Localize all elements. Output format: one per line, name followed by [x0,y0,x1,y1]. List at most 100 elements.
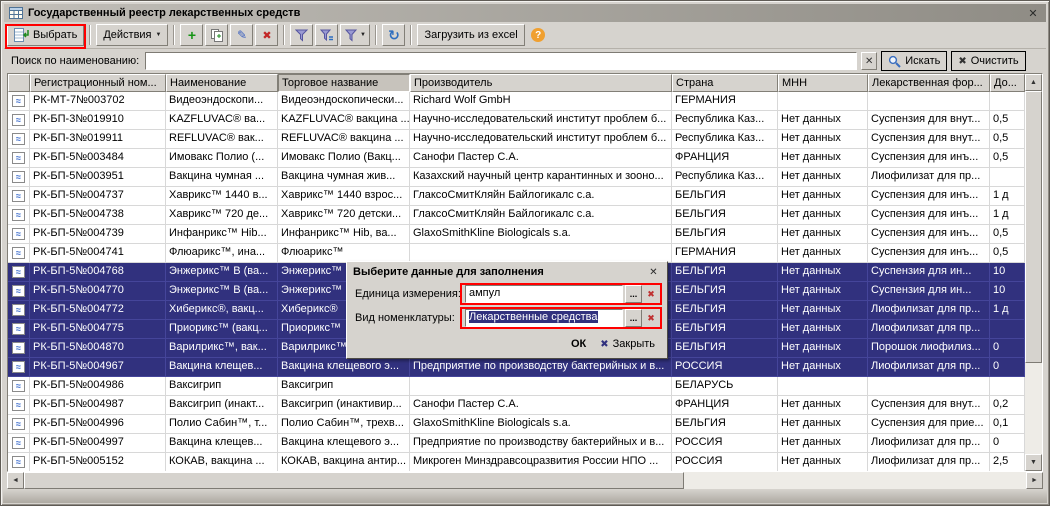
table-row[interactable]: ≈РК-БП-5№004996Полио Сабин™, т...Полио С… [8,415,1025,434]
cell-country[interactable]: ФРАНЦИЯ [672,149,778,168]
table-row[interactable]: ≈РК-БП-5№004997Вакцина клещев...Вакцина … [8,434,1025,453]
cell-mnn[interactable]: Нет данных [778,453,868,471]
cell-name[interactable]: Приорикс™ (вакц... [166,320,278,339]
find-button[interactable]: Искать [881,51,947,71]
cell-country[interactable]: БЕЛАРУСЬ [672,377,778,396]
load-excel-button[interactable]: Загрузить из excel [417,24,524,46]
cell-trade-name[interactable]: REFLUVAC® вакцина ... [278,130,410,149]
scroll-left-button[interactable]: ◄ [7,472,24,489]
cell-mnn[interactable]: Нет данных [778,358,868,377]
cell-country[interactable]: РОССИЯ [672,434,778,453]
cell-country[interactable]: БЕЛЬГИЯ [672,415,778,434]
horizontal-scrollbar[interactable]: ◄ ► [7,472,1043,489]
table-row[interactable]: ≈РК-БП-5№004987Ваксигрип (инакт...Ваксиг… [8,396,1025,415]
cell-name[interactable]: Флюарикс™, ина... [166,244,278,263]
cell-name[interactable]: Полио Сабин™, т... [166,415,278,434]
cell-reg-number[interactable]: РК-БП-3№019910 [30,111,166,130]
cell-name[interactable]: Энжерикс™ В (ва... [166,263,278,282]
unit-clear-button[interactable]: ✖ [644,286,658,302]
cell-manufacturer[interactable] [410,377,672,396]
cell-reg-number[interactable]: РК-БП-5№005152 [30,453,166,471]
cell-name[interactable]: Энжерикс™ В (ва... [166,282,278,301]
cell-name[interactable]: Ваксигрип (инакт... [166,396,278,415]
delete-button[interactable]: ✖ [255,24,278,46]
cell-name[interactable]: Видеоэндоскопи... [166,92,278,111]
vertical-scroll-thumb[interactable] [1025,91,1042,363]
edit-button[interactable]: ✎ [230,24,253,46]
cell-manufacturer[interactable]: Предприятие по производству бактерийных … [410,358,672,377]
table-row[interactable]: ≈РК-БП-3№019911REFLUVAC® вак...REFLUVAC®… [8,130,1025,149]
cell-manufacturer[interactable]: Санофи Пастер С.А. [410,396,672,415]
cell-dosage-form[interactable]: Лиофилизат для пр... [868,301,990,320]
cell-dosage-form[interactable]: Лиофилизат для пр... [868,453,990,471]
table-row[interactable]: ≈РК-БП-5№004739Инфанрикс™ Hib...Инфанрик… [8,225,1025,244]
cell-trade-name[interactable]: Видеоэндоскопически... [278,92,410,111]
cell-dose[interactable] [990,320,1025,339]
cell-dose[interactable]: 1 д [990,301,1025,320]
cell-name[interactable]: Инфанрикс™ Hib... [166,225,278,244]
cell-country[interactable]: БЕЛЬГИЯ [672,263,778,282]
cell-reg-number[interactable]: РК-БП-5№004737 [30,187,166,206]
cell-trade-name[interactable]: Имовакс Полио (Вакц... [278,149,410,168]
scroll-down-button[interactable]: ▼ [1025,454,1042,471]
table-row[interactable]: ≈РК-БП-5№004967Вакцина клещев...Вакцина … [8,358,1025,377]
cell-dosage-form[interactable]: Лиофилизат для пр... [868,434,990,453]
cell-mnn[interactable]: Нет данных [778,225,868,244]
cell-name[interactable]: REFLUVAC® вак... [166,130,278,149]
cell-country[interactable]: БЕЛЬГИЯ [672,206,778,225]
cell-dose[interactable]: 0 [990,358,1025,377]
cell-reg-number[interactable]: РК-БП-5№003951 [30,168,166,187]
column-header-manufacturer[interactable]: Производитель [410,74,672,92]
cell-country[interactable]: БЕЛЬГИЯ [672,282,778,301]
unit-picker-button[interactable]: ... [625,285,642,303]
refresh-button[interactable]: ↻ [382,24,405,46]
actions-button[interactable]: Действия ▼ [96,24,168,46]
cell-manufacturer[interactable]: Научно-исследовательский институт пробле… [410,130,672,149]
cell-dose[interactable]: 0,5 [990,244,1025,263]
filter-by-value-button[interactable] [315,24,338,46]
cell-reg-number[interactable]: РК-БП-5№004739 [30,225,166,244]
cell-name[interactable]: КОКАВ, вакцина ... [166,453,278,471]
cell-reg-number[interactable]: РК-БП-3№019911 [30,130,166,149]
dialog-close-button[interactable]: ✕ [646,265,661,279]
nomenclature-input[interactable]: Лекарственные средства [465,309,623,327]
cell-reg-number[interactable]: РК-БП-5№004870 [30,339,166,358]
cell-country[interactable]: БЕЛЬГИЯ [672,320,778,339]
cell-name[interactable]: KAZFLUVAC® ва... [166,111,278,130]
cell-mnn[interactable]: Нет данных [778,206,868,225]
column-header-mnn[interactable]: МНН [778,74,868,92]
cell-trade-name[interactable]: Хаврикс™ 720 детски... [278,206,410,225]
cell-manufacturer[interactable]: Казахский научный центр карантинных и зо… [410,168,672,187]
cell-mnn[interactable]: Нет данных [778,320,868,339]
cell-manufacturer[interactable]: Предприятие по производству бактерийных … [410,434,672,453]
cell-country[interactable]: БЕЛЬГИЯ [672,301,778,320]
cell-dose[interactable]: 0,5 [990,111,1025,130]
cell-name[interactable]: Хиберикс®, вакц... [166,301,278,320]
cell-name[interactable]: Хаврикс™ 720 де... [166,206,278,225]
cell-dose[interactable]: 1 д [990,187,1025,206]
cell-mnn[interactable] [778,377,868,396]
cell-mnn[interactable]: Нет данных [778,130,868,149]
cell-reg-number[interactable]: РК-БП-5№004738 [30,206,166,225]
table-row[interactable]: ≈РК-БП-5№003484Имовакс Полио (...Имовакс… [8,149,1025,168]
cell-dosage-form[interactable] [868,92,990,111]
cell-dosage-form[interactable] [868,377,990,396]
cell-dose[interactable] [990,168,1025,187]
cell-trade-name[interactable]: KAZFLUVAC® вакцина ... [278,111,410,130]
cell-manufacturer[interactable]: Санофи Пастер С.А. [410,149,672,168]
cell-reg-number[interactable]: РК-БП-5№003484 [30,149,166,168]
horizontal-scroll-thumb[interactable] [24,472,684,489]
cell-dosage-form[interactable]: Суспензия для инъ... [868,149,990,168]
ok-button[interactable]: ОК [571,338,586,350]
cell-reg-number[interactable]: РК-МТ-7№003702 [30,92,166,111]
cell-reg-number[interactable]: РК-БП-5№004768 [30,263,166,282]
cell-mnn[interactable]: Нет данных [778,168,868,187]
cell-name[interactable]: Ваксигрип [166,377,278,396]
cell-trade-name[interactable]: Инфанрикс™ Hib, ва... [278,225,410,244]
cell-reg-number[interactable]: РК-БП-5№004987 [30,396,166,415]
unit-input[interactable]: ампул [465,285,623,303]
cell-mnn[interactable]: Нет данных [778,434,868,453]
table-row[interactable]: ≈РК-МТ-7№003702Видеоэндоскопи...Видеоэнд… [8,92,1025,111]
dialog-close-action-button[interactable]: ✖ Закрыть [600,338,655,350]
cell-dose[interactable]: 1 д [990,206,1025,225]
